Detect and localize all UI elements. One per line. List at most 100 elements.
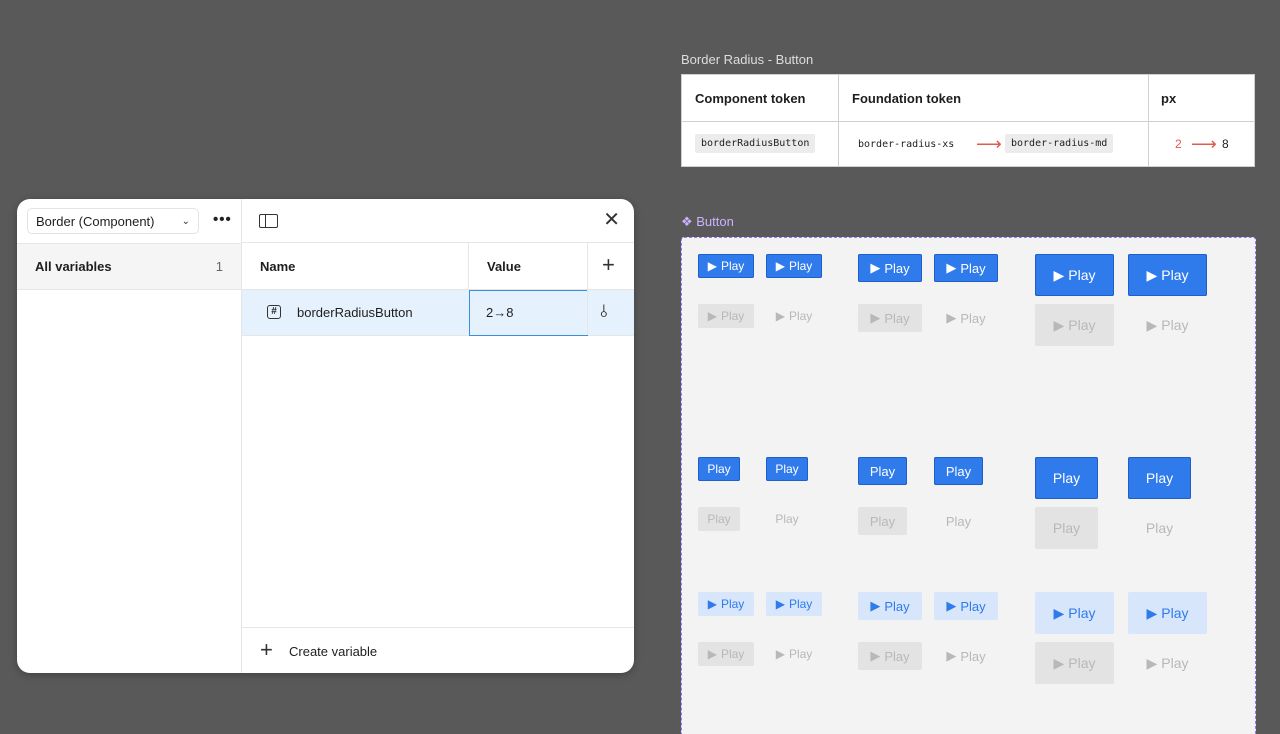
variables-main: ✕ Name Value + # borderRadiusButton 2→8 … <box>242 199 634 673</box>
sidebar-item-all-variables[interactable]: All variables 1 <box>17 244 241 290</box>
table-header: Name Value + <box>242 243 634 290</box>
play-button-disabled: Play <box>698 507 740 531</box>
play-button-disabled: ▶ Play <box>698 642 754 666</box>
play-button[interactable]: Play <box>1128 457 1191 499</box>
component-label: ❖ Button <box>681 214 734 229</box>
play-button-disabled: ▶ Play <box>1035 642 1114 684</box>
play-button-disabled: ▶ Play <box>858 642 922 670</box>
table-row[interactable]: # borderRadiusButton 2→8 ⫰ <box>242 290 634 336</box>
close-icon[interactable]: ✕ <box>603 209 620 231</box>
panel-footer: + Create variable <box>242 627 634 673</box>
play-icon: ▶ <box>707 647 717 661</box>
play-icon: ▶ <box>775 597 785 611</box>
px-new-value: 8 <box>1222 137 1229 151</box>
play-icon: ▶ <box>870 648 881 663</box>
play-button[interactable]: ▶ Play <box>1128 254 1207 296</box>
adjust-icon[interactable]: ⫰ <box>600 302 607 322</box>
number-variable-icon: # <box>267 305 281 319</box>
column-header-value: Value <box>487 259 521 274</box>
play-button-ghost-disabled: Play <box>775 512 799 526</box>
collection-dropdown[interactable]: Border (Component) ⌄ <box>27 208 199 234</box>
play-icon: ▶ <box>1146 604 1158 621</box>
play-button-ghost-disabled: ▶ Play <box>946 648 986 664</box>
play-icon: ▶ <box>1053 316 1065 333</box>
component-token-chip: borderRadiusButton <box>695 134 816 153</box>
sidebar-item-count: 1 <box>215 259 223 274</box>
play-icon: ▶ <box>1146 316 1158 333</box>
play-icon: ▶ <box>1053 654 1065 671</box>
play-button-soft[interactable]: ▶ Play <box>1128 592 1207 634</box>
play-button[interactable]: ▶ Play <box>858 254 922 282</box>
play-button[interactable]: ▶ Play <box>934 254 998 282</box>
create-variable-button[interactable]: Create variable <box>289 644 377 659</box>
foundation-token-new-chip: border-radius-md <box>1005 134 1114 153</box>
play-button-soft[interactable]: ▶ Play <box>698 592 754 616</box>
header-px: px <box>1161 91 1177 106</box>
token-table-title: Border Radius - Button <box>681 52 814 67</box>
px-old-value: 2 <box>1175 137 1182 151</box>
play-icon: ▶ <box>775 647 785 661</box>
play-icon: ▶ <box>870 310 881 325</box>
play-button[interactable]: Play <box>698 457 740 481</box>
play-icon: ▶ <box>1146 654 1158 671</box>
play-icon: ▶ <box>1053 266 1065 283</box>
play-button-disabled: Play <box>858 507 907 535</box>
play-icon: ▶ <box>1053 604 1065 621</box>
column-divider <box>587 243 588 289</box>
column-divider <box>838 75 839 166</box>
play-button[interactable]: Play <box>1035 457 1098 499</box>
play-icon: ▶ <box>707 259 717 273</box>
play-button-soft[interactable]: ▶ Play <box>858 592 922 620</box>
plus-icon[interactable]: + <box>260 638 273 662</box>
play-button-soft[interactable]: ▶ Play <box>1035 592 1114 634</box>
column-divider <box>468 243 469 289</box>
play-button-soft[interactable]: ▶ Play <box>934 592 998 620</box>
play-icon: ▶ <box>707 597 717 611</box>
play-button-ghost-disabled: Play <box>1145 520 1174 536</box>
play-icon: ▶ <box>946 310 957 325</box>
collection-dropdown-label: Border (Component) <box>36 213 155 229</box>
play-button[interactable]: Play <box>858 457 907 485</box>
token-table-header: Component token Foundation token px <box>682 75 1254 122</box>
column-header-name: Name <box>260 259 296 274</box>
foundation-token-old: border-radius-xs <box>858 139 955 150</box>
variable-name[interactable]: borderRadiusButton <box>297 305 413 320</box>
play-icon: ▶ <box>870 260 881 275</box>
button-component-frame: ▶ Play ▶ Play ▶ Play ▶ Play ▶ Play ▶ Play ▶ Pla… <box>681 237 1256 734</box>
play-button-ghost-disabled: ▶ Play <box>1146 316 1189 334</box>
play-icon: ▶ <box>946 260 957 275</box>
variables-panel: Border (Component) ⌄ ••• All variables 1… <box>17 199 634 673</box>
sidebar-item-label: All variables <box>35 259 112 274</box>
header-component-token: Component token <box>695 91 806 106</box>
play-button-ghost-disabled: ▶ Play <box>1146 654 1189 672</box>
arrow-right-icon: ⟶ <box>976 134 1002 154</box>
play-button-disabled: Play <box>1035 507 1098 549</box>
sidebar-toggle-icon[interactable] <box>259 214 278 228</box>
panel-toolbar: ✕ <box>242 199 634 243</box>
token-table: Component token Foundation token px bord… <box>681 74 1255 167</box>
play-button-ghost-disabled: ▶ Play <box>946 310 986 326</box>
play-button-disabled: ▶ Play <box>698 304 754 328</box>
column-divider <box>1148 75 1149 166</box>
play-button-disabled: ▶ Play <box>858 304 922 332</box>
add-mode-button[interactable]: + <box>602 253 615 277</box>
play-button-ghost-disabled: ▶ Play <box>775 647 813 661</box>
play-button-soft[interactable]: ▶ Play <box>766 592 822 616</box>
more-options-icon[interactable]: ••• <box>213 210 232 230</box>
play-icon: ▶ <box>946 598 957 613</box>
collections-sidebar: Border (Component) ⌄ ••• All variables 1 <box>17 199 242 673</box>
play-button[interactable]: ▶ Play <box>1035 254 1114 296</box>
play-button-disabled: ▶ Play <box>1035 304 1114 346</box>
play-button-ghost-disabled: Play <box>945 513 972 529</box>
play-icon: ▶ <box>775 309 785 323</box>
play-icon: ▶ <box>707 309 717 323</box>
header-foundation-token: Foundation token <box>852 91 962 106</box>
column-divider <box>587 290 588 335</box>
play-button[interactable]: Play <box>766 457 808 481</box>
variable-value-cell[interactable]: 2→8 <box>469 290 588 336</box>
play-button[interactable]: Play <box>934 457 983 485</box>
play-button[interactable]: ▶ Play <box>766 254 822 278</box>
play-button-ghost-disabled: ▶ Play <box>775 309 813 323</box>
play-button[interactable]: ▶ Play <box>698 254 754 278</box>
arrow-right-icon: ⟶ <box>1191 134 1217 154</box>
